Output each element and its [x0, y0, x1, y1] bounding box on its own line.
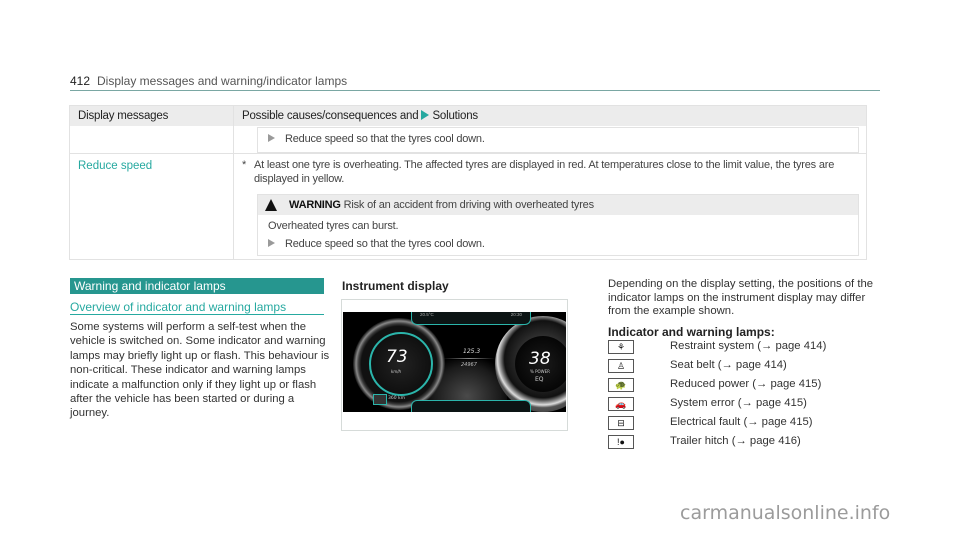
- cause-text: At least one tyre is overheating. The af…: [254, 159, 835, 185]
- warning-step-text: Reduce speed so that the tyres cool down…: [285, 238, 485, 250]
- bottom-info-bar: [411, 400, 531, 412]
- warning-body: Overheated tyres can burst.: [268, 220, 399, 232]
- top-info-bar: 20.5°C 20:30: [411, 312, 531, 325]
- display-messages-table: Display messages Possible causes/consequ…: [69, 105, 867, 260]
- warning-solution-step: Reduce speed so that the tyres cool down…: [268, 238, 485, 250]
- continued-solution-box: Reduce speed so that the tyres cool down…: [257, 127, 859, 153]
- warning-triangle-icon: [265, 199, 277, 211]
- odometer: 24967: [461, 362, 477, 368]
- outside-temperature: 20.5°C: [420, 312, 434, 317]
- reduced-power-icon: 🐢: [608, 378, 634, 392]
- instrument-cluster-image: 73 km/h 38 % POWER EQ 20.5°C 20:30 125.3…: [343, 312, 566, 412]
- warning-title: WARNING Risk of an accident from driving…: [289, 199, 594, 211]
- column-header-suffix: Solutions: [432, 110, 478, 122]
- restraint-system-icon: ⚘: [608, 340, 634, 354]
- lamp-label[interactable]: Seat belt (→ page 414): [670, 359, 787, 371]
- range-value: 360 km: [388, 396, 406, 401]
- warning-header: WARNING Risk of an accident from driving…: [258, 195, 858, 215]
- power-value: 38: [529, 349, 551, 369]
- trailer-hitch-icon: !●: [608, 435, 634, 449]
- system-error-icon: 🚗: [608, 397, 634, 411]
- subsection-title: Overview of indicator and warning lamps: [70, 300, 287, 314]
- lamp-item-system-error: 🚗 System error (→ page 415): [608, 395, 878, 414]
- lamp-item-seat-belt: ♙ Seat belt (→ page 414): [608, 357, 878, 376]
- page-number: 412: [70, 74, 91, 88]
- instrument-display-heading: Instrument display: [342, 279, 449, 293]
- intro-paragraph: Some systems will perform a self-test wh…: [70, 321, 330, 420]
- solution-step: Reduce speed so that the tyres cool down…: [268, 133, 485, 145]
- lamp-label[interactable]: Trailer hitch (→ page 416): [670, 435, 801, 447]
- section-title: Warning and indicator lamps: [74, 279, 226, 293]
- lamp-list: ⚘ Restraint system (→ page 414) ♙ Seat b…: [608, 338, 878, 452]
- electrical-fault-icon: ⊟: [608, 416, 634, 430]
- speed-unit: km/h: [391, 369, 402, 374]
- lamp-item-trailer-hitch: !● Trailer hitch (→ page 416): [608, 433, 878, 452]
- lamp-label[interactable]: Electrical fault (→ page 415): [670, 416, 813, 428]
- page-header: 412 Display messages and warning/indicat…: [70, 72, 880, 91]
- solution-arrow-icon: [421, 110, 430, 120]
- subsection-heading: Overview of indicator and warning lamps: [70, 298, 324, 315]
- seat-belt-icon: ♙: [608, 359, 634, 373]
- instrument-display-figure: 73 km/h 38 % POWER EQ 20.5°C 20:30 125.3…: [341, 299, 568, 431]
- cause-description: * At least one tyre is overheating. The …: [242, 158, 860, 186]
- column-divider: [233, 106, 234, 259]
- column-header-causes-solutions: Possible causes/consequences and Solution…: [242, 110, 478, 122]
- center-divider: [443, 358, 495, 359]
- row-divider: [70, 153, 866, 154]
- drive-mode-eq: EQ: [535, 376, 544, 383]
- step-arrow-icon: [268, 239, 275, 247]
- clock: 20:30: [510, 312, 522, 317]
- watermark: carmanualsonline.info: [680, 502, 891, 524]
- display-setting-note: Depending on the display setting, the po…: [608, 278, 874, 318]
- warning-label: WARNING: [289, 199, 341, 211]
- lamp-item-electrical-fault: ⊟ Electrical fault (→ page 415): [608, 414, 878, 433]
- warning-box: WARNING Risk of an accident from driving…: [257, 194, 859, 256]
- lamp-label[interactable]: Restraint system (→ page 414): [670, 340, 826, 352]
- cause-marker: *: [242, 159, 247, 171]
- step-arrow-icon: [268, 134, 275, 142]
- display-message-reduce-speed: Reduce speed: [78, 160, 153, 172]
- solution-step-text: Reduce speed so that the tyres cool down…: [285, 133, 485, 145]
- column-header-prefix: Possible causes/consequences and: [242, 110, 419, 122]
- section-title-bar: Warning and indicator lamps: [70, 278, 324, 294]
- lamp-item-reduced-power: 🐢 Reduced power (→ page 415): [608, 376, 878, 395]
- lamps-heading: Indicator and warning lamps:: [608, 325, 775, 339]
- lamp-label[interactable]: Reduced power (→ page 415): [670, 378, 821, 390]
- table-header-row: Display messages Possible causes/consequ…: [70, 106, 866, 126]
- lamp-item-restraint-system: ⚘ Restraint system (→ page 414): [608, 338, 878, 357]
- page-title: Display messages and warning/indicator l…: [97, 74, 348, 88]
- speed-value: 73: [386, 347, 408, 367]
- column-header-display-messages: Display messages: [78, 110, 169, 122]
- power-unit: % POWER: [530, 369, 550, 374]
- battery-range-icon: [373, 394, 387, 405]
- lamp-label[interactable]: System error (→ page 415): [670, 397, 807, 409]
- trip-distance: 125.3: [463, 348, 481, 355]
- warning-title-text: Risk of an accident from driving with ov…: [343, 199, 594, 211]
